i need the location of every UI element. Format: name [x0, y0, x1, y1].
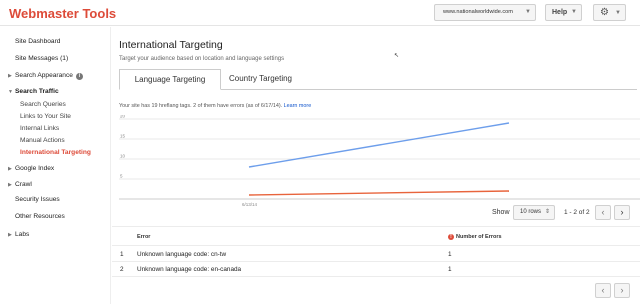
- row-index: 2: [120, 266, 124, 273]
- notice-text: Your site has 19 hreflang tags. 2 of the…: [119, 103, 283, 109]
- updown-icon: ⇕: [544, 209, 550, 215]
- gear-icon: ⚙: [600, 7, 609, 18]
- help-button[interactable]: Help ▼: [545, 4, 582, 21]
- sidebar-item-label: Search Appearance: [15, 72, 73, 79]
- rows-per-page-select[interactable]: 10 rows ⇕: [513, 205, 555, 220]
- sidebar-item-links-to-your-site[interactable]: Links to Your Site: [20, 113, 71, 120]
- sidebar-item-google-index[interactable]: Google Index: [15, 165, 54, 172]
- collapse-arrow-icon[interactable]: ▼: [8, 89, 13, 95]
- site-selector[interactable]: www.nationalworldwide.com ▼: [434, 4, 536, 21]
- y-tick-label: 15: [120, 134, 126, 139]
- chevron-down-icon: ▼: [571, 9, 577, 15]
- column-header-count-label: Number of Errors: [456, 234, 502, 240]
- page-range: 1 - 2 of 2: [564, 209, 590, 216]
- hreflang-notice: Your site has 19 hreflang tags. 2 of the…: [119, 103, 311, 109]
- settings-button[interactable]: ⚙ ▼: [593, 4, 626, 21]
- show-label: Show: [492, 209, 510, 216]
- hreflang-chart: 20 15 10 5 6/13/14: [119, 115, 640, 207]
- error-cell: Unknown language code: en-canada: [137, 266, 242, 273]
- site-selector-label: www.nationalworldwide.com: [443, 9, 513, 15]
- mouse-cursor-icon: ↖: [394, 53, 400, 59]
- chevron-right-icon: ›: [620, 207, 624, 217]
- column-header-error[interactable]: Error: [137, 234, 150, 250]
- row-border: [112, 261, 640, 262]
- expand-arrow-icon[interactable]: ▶: [8, 182, 12, 188]
- sidebar: Site Dashboard Site Messages (1) ▶ Searc…: [0, 27, 110, 304]
- column-header-count[interactable]: ! Number of Errors: [448, 234, 502, 250]
- error-cell: Unknown language code: cn-tw: [137, 251, 227, 258]
- table-top-border: [112, 226, 640, 227]
- next-page-button-bottom[interactable]: ›: [614, 283, 630, 298]
- sidebar-item-site-dashboard[interactable]: Site Dashboard: [15, 38, 60, 45]
- y-tick-label: 5: [120, 174, 123, 179]
- sidebar-item-manual-actions[interactable]: Manual Actions: [20, 137, 65, 144]
- table-header-border: [112, 245, 640, 246]
- chevron-down-icon: ▼: [615, 10, 621, 16]
- expand-arrow-icon[interactable]: ▶: [8, 73, 12, 79]
- prev-page-button[interactable]: ‹: [595, 205, 611, 220]
- chevron-down-icon: ▼: [525, 9, 531, 15]
- page-subtitle: Target your audience based on location a…: [119, 56, 285, 62]
- sidebar-item-labs[interactable]: Labs: [15, 231, 29, 238]
- tab-country-targeting[interactable]: Country Targeting: [219, 69, 309, 90]
- expand-arrow-icon[interactable]: ▶: [8, 166, 12, 172]
- y-tick-label: 10: [120, 154, 126, 159]
- help-button-label: Help: [552, 9, 568, 16]
- top-header: Webmaster Tools www.nationalworldwide.co…: [0, 0, 640, 26]
- main-content: International Targeting Target your audi…: [112, 27, 640, 304]
- sidebar-item-search-traffic[interactable]: Search Traffic: [15, 88, 59, 95]
- sidebar-item-crawl[interactable]: Crawl: [15, 181, 32, 188]
- count-cell: 1: [448, 251, 452, 258]
- learn-more-link[interactable]: Learn more: [284, 103, 312, 109]
- x-tick-label: 6/13/14: [242, 202, 258, 207]
- rows-per-page-value: 10 rows: [520, 209, 542, 215]
- row-border: [112, 276, 640, 277]
- series-line-2[interactable]: [248, 190, 510, 196]
- tab-language-targeting[interactable]: Language Targeting: [119, 69, 221, 90]
- sidebar-item-search-appearance[interactable]: Search Appearance i: [15, 72, 83, 80]
- count-cell: 1: [448, 266, 452, 273]
- series-line-1[interactable]: [248, 122, 510, 168]
- sidebar-item-search-queries[interactable]: Search Queries: [20, 101, 66, 108]
- y-tick-label: 20: [120, 115, 126, 119]
- chevron-left-icon: ‹: [601, 285, 605, 295]
- sidebar-item-security-issues[interactable]: Security Issues: [15, 196, 60, 203]
- sidebar-item-international-targeting[interactable]: International Targeting: [20, 149, 91, 156]
- chevron-right-icon: ›: [620, 285, 624, 295]
- sidebar-item-internal-links[interactable]: Internal Links: [20, 125, 59, 132]
- chevron-left-icon: ‹: [601, 207, 605, 217]
- sidebar-divider: [110, 27, 111, 304]
- error-icon: !: [448, 234, 454, 240]
- info-icon[interactable]: i: [75, 73, 83, 80]
- next-page-button[interactable]: ›: [614, 205, 630, 220]
- sidebar-item-site-messages[interactable]: Site Messages (1): [15, 55, 68, 62]
- prev-page-button-bottom[interactable]: ‹: [595, 283, 611, 298]
- sidebar-item-other-resources[interactable]: Other Resources: [15, 213, 65, 220]
- expand-arrow-icon[interactable]: ▶: [8, 232, 12, 238]
- row-index: 1: [120, 251, 124, 258]
- page-title: International Targeting: [119, 39, 223, 51]
- app-logo[interactable]: Webmaster Tools: [9, 6, 116, 21]
